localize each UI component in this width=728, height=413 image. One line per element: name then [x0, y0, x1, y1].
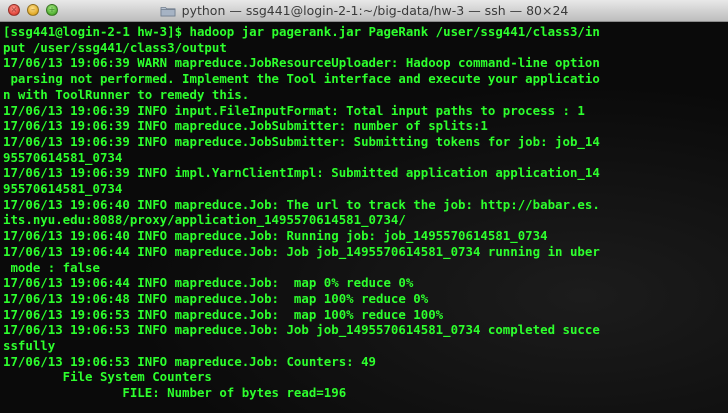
- terminal-line: 17/06/13 19:06:53 INFO mapreduce.Job: Jo…: [3, 322, 600, 338]
- terminal-line: 17/06/13 19:06:44 INFO mapreduce.Job: ma…: [3, 275, 414, 291]
- terminal-line: 17/06/13 19:06:39 INFO input.FileInputFo…: [3, 102, 585, 118]
- terminal-line: put /user/ssg441/class3/output: [3, 39, 227, 55]
- terminal-line: File System Counters: [3, 369, 212, 385]
- terminal-line: 17/06/13 19:06:40 INFO mapreduce.Job: Th…: [3, 196, 600, 212]
- terminal-line: 17/06/13 19:06:53 INFO mapreduce.Job: Co…: [3, 353, 376, 369]
- terminal-line: parsing not performed. Implement the Too…: [3, 71, 600, 87]
- terminal-line: 17/06/13 19:06:39 INFO mapreduce.JobSubm…: [3, 118, 488, 134]
- terminal-line: 17/06/13 19:06:39 INFO mapreduce.JobSubm…: [3, 133, 600, 149]
- terminal-line: 17/06/13 19:06:44 INFO mapreduce.Job: Jo…: [3, 243, 600, 259]
- terminal-window: × – + python — ssg441@login-2-1:~/big-da…: [0, 0, 728, 413]
- terminal-line: 17/06/13 19:06:40 INFO mapreduce.Job: Ru…: [3, 228, 548, 244]
- window-title-area: python — ssg441@login-2-1:~/big-data/hw-…: [0, 0, 728, 21]
- terminal-line: n with ToolRunner to remedy this.: [3, 86, 250, 102]
- title-bar[interactable]: × – + python — ssg441@login-2-1:~/big-da…: [0, 0, 728, 22]
- terminal-line: 17/06/13 19:06:39 WARN mapreduce.JobReso…: [3, 55, 600, 71]
- terminal-line: [ssg441@login-2-1 hw-3]$ hadoop jar page…: [3, 24, 600, 39]
- terminal-line: 95570614581_0734: [3, 181, 123, 197]
- terminal-output[interactable]: [ssg441@login-2-1 hw-3]$ hadoop jar page…: [0, 22, 728, 413]
- terminal-line: 95570614581_0734: [3, 149, 123, 165]
- terminal-line: FILE: Number of bytes read=196: [3, 385, 347, 401]
- terminal-line: 17/06/13 19:06:39 INFO impl.YarnClientIm…: [3, 165, 600, 181]
- terminal-line: its.nyu.edu:8088/proxy/application_14955…: [3, 212, 406, 228]
- folder-icon: [160, 6, 176, 16]
- terminal-line: 17/06/13 19:06:53 INFO mapreduce.Job: ma…: [3, 306, 444, 322]
- terminal-line: ssfully: [3, 338, 56, 354]
- window-title: python — ssg441@login-2-1:~/big-data/hw-…: [181, 3, 569, 18]
- terminal-line: 17/06/13 19:06:48 INFO mapreduce.Job: ma…: [3, 290, 429, 306]
- terminal-line: mode : false: [3, 259, 100, 275]
